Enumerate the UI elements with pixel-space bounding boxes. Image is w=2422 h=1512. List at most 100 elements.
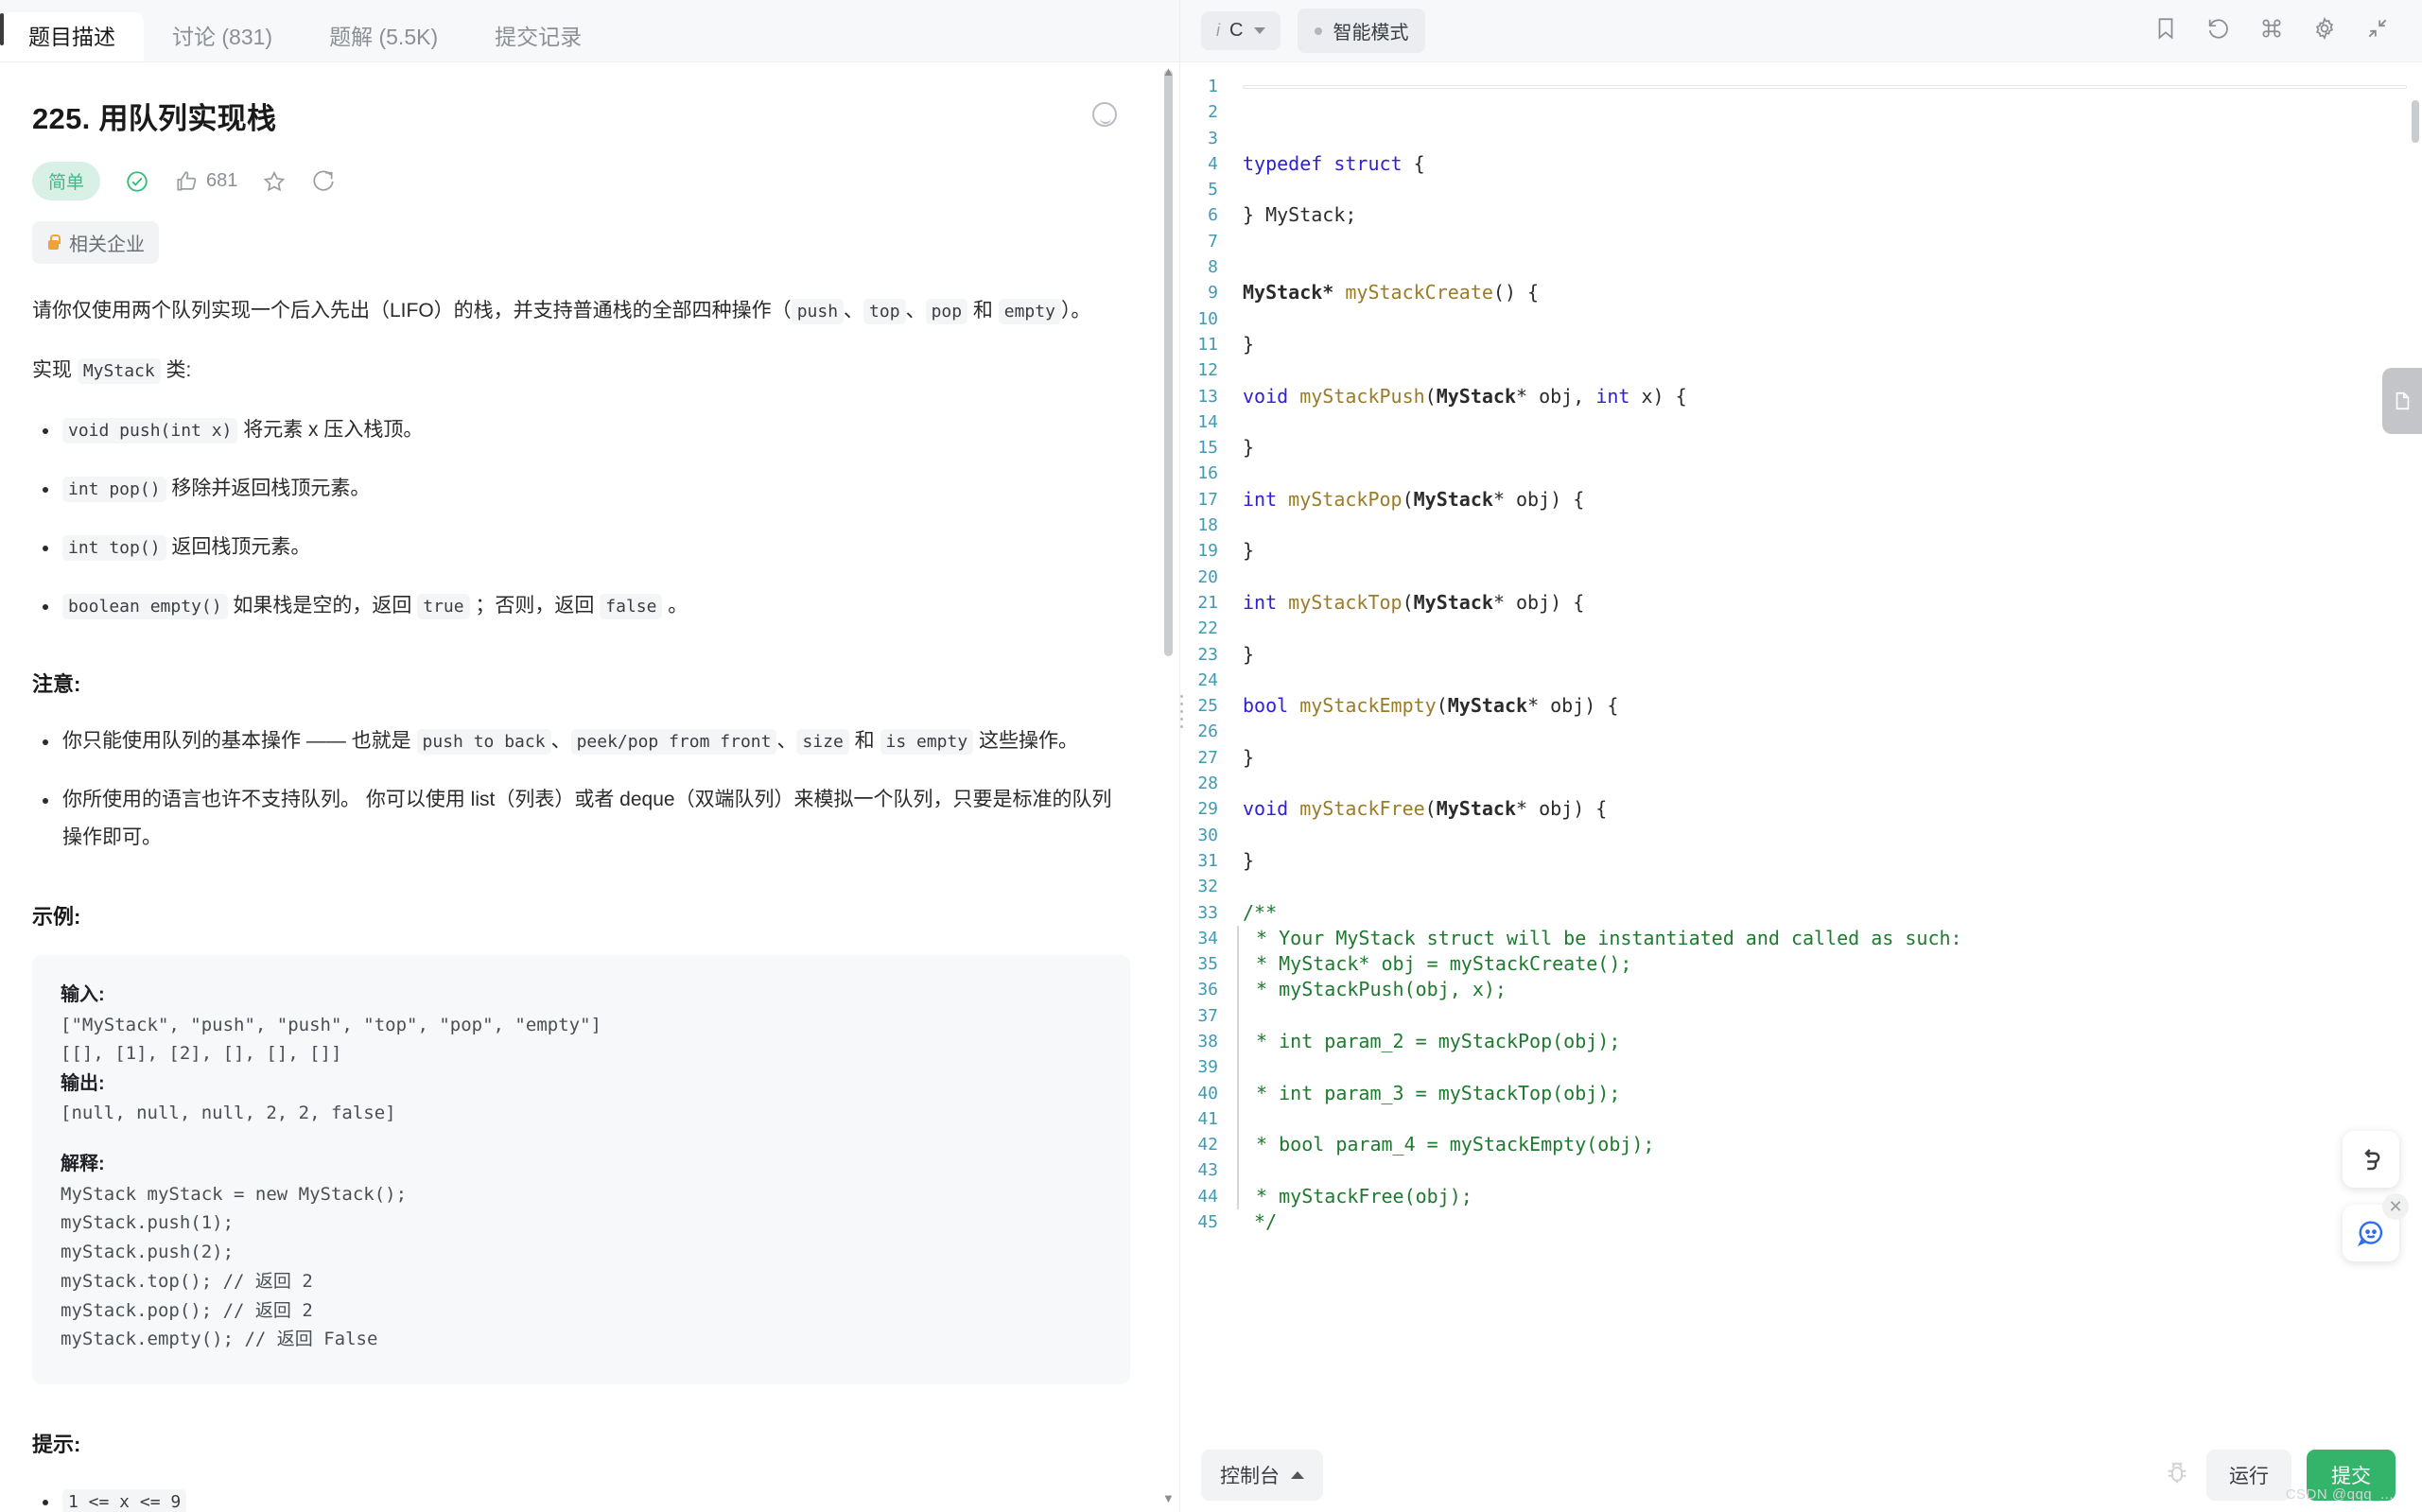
code-text[interactable]: void myStackFree(MyStack* obj) { <box>1235 796 1607 822</box>
smart-mode-toggle[interactable]: 智能模式 <box>1298 9 1426 53</box>
shortcut-icon[interactable] <box>2259 16 2284 45</box>
code-text[interactable]: } <box>1235 745 1254 771</box>
code-line[interactable]: 8 <box>1180 254 2422 280</box>
code-line[interactable]: 14 <box>1180 409 2422 435</box>
code-line[interactable]: 17 int myStackPop(MyStack* obj) { <box>1180 487 2422 513</box>
code-line[interactable]: 45 */ <box>1180 1209 2422 1235</box>
code-line[interactable]: 43 <box>1180 1157 2422 1184</box>
code-line[interactable]: 42 * bool param_4 = myStackEmpty(obj); <box>1180 1132 2422 1158</box>
code-line[interactable]: 24 <box>1180 668 2422 693</box>
tab-discussion[interactable]: 讨论 (831) <box>144 12 301 61</box>
debug-bug-icon[interactable] <box>2163 1458 2191 1491</box>
code-line[interactable]: 16 <box>1180 461 2422 486</box>
scroll-down-arrow-icon[interactable]: ▼ <box>1162 1492 1175 1504</box>
code-line[interactable]: 7 <box>1180 229 2422 254</box>
code-line[interactable]: 33 /** <box>1180 900 2422 926</box>
code-line[interactable]: 27} <box>1180 745 2422 771</box>
console-toggle-button[interactable]: 控制台 <box>1201 1449 1323 1501</box>
code-line[interactable]: 25 bool myStackEmpty(MyStack* obj) { <box>1180 693 2422 719</box>
code-text[interactable]: } <box>1235 435 1254 461</box>
tab-solutions[interactable]: 题解 (5.5K) <box>301 12 466 61</box>
code-line[interactable]: 15} <box>1180 435 2422 461</box>
tab-submissions[interactable]: 提交记录 <box>466 12 610 61</box>
close-icon[interactable]: ✕ <box>2382 1193 2409 1220</box>
code-text[interactable]: int myStackTop(MyStack* obj) { <box>1235 590 1584 616</box>
feedback-smiley-icon[interactable] <box>1092 102 1117 127</box>
code-text[interactable]: * bool param_4 = myStackEmpty(obj); <box>1237 1132 1654 1158</box>
code-line[interactable]: 40 * int param_3 = myStackTop(obj); <box>1180 1080 2422 1106</box>
switch-layout-button[interactable] <box>2343 1131 2399 1188</box>
code-line[interactable]: 4 typedef struct { <box>1180 151 2422 177</box>
solved-check-icon[interactable] <box>125 169 149 194</box>
code-text[interactable]: } <box>1235 332 1254 357</box>
code-line[interactable]: 36 * myStackPush(obj, x); <box>1180 977 2422 1003</box>
code-text[interactable]: * int param_3 = myStackTop(obj); <box>1237 1080 1620 1106</box>
code-text[interactable] <box>1237 1054 1256 1081</box>
editor-scrollbar-thumb[interactable] <box>2412 100 2419 143</box>
scrollbar-thumb[interactable] <box>1164 70 1173 656</box>
notes-file-tab[interactable] <box>2382 368 2422 434</box>
code-line[interactable]: 26 <box>1180 719 2422 744</box>
code-text[interactable]: * Your MyStack struct will be instantiat… <box>1237 925 1962 952</box>
code-line[interactable]: 30 <box>1180 823 2422 848</box>
code-text[interactable]: } <box>1235 848 1254 874</box>
code-line[interactable]: 38 * int param_2 = myStackPop(obj); <box>1180 1028 2422 1055</box>
code-line[interactable]: 5 <box>1180 177 2422 202</box>
code-line[interactable]: 20 <box>1180 565 2422 590</box>
chat-support-button[interactable]: ✕ <box>2343 1193 2409 1261</box>
code-text[interactable]: /** <box>1235 900 1277 926</box>
code-text[interactable] <box>1237 1105 1256 1133</box>
company-tag-button[interactable]: 相关企业 <box>32 221 159 264</box>
code-text[interactable]: typedef struct { <box>1235 151 1425 177</box>
code-text[interactable]: * MyStack* obj = myStackCreate(); <box>1237 951 1631 978</box>
code-line[interactable]: 39 <box>1180 1054 2422 1081</box>
bookmark-icon[interactable] <box>2153 16 2178 45</box>
code-text[interactable]: void myStackPush(MyStack* obj, int x) { <box>1235 384 1687 409</box>
run-button[interactable]: 运行 <box>2206 1449 2291 1501</box>
language-selector[interactable]: i C <box>1201 11 1281 50</box>
code-editor[interactable]: 1 2 3 4 typedef struct {5 6} MyStack; 7 8 9 MySta… <box>1180 62 2422 1437</box>
code-line[interactable]: 3 <box>1180 126 2422 151</box>
code-line[interactable]: 32 <box>1180 874 2422 899</box>
code-text[interactable]: } <box>1235 538 1254 564</box>
code-line[interactable]: 18 <box>1180 513 2422 538</box>
code-line[interactable]: 21 int myStackTop(MyStack* obj) { <box>1180 590 2422 616</box>
collapse-icon[interactable] <box>2365 16 2390 45</box>
code-line[interactable]: 31} <box>1180 848 2422 874</box>
code-text[interactable]: * myStackFree(obj); <box>1237 1183 1472 1210</box>
code-line[interactable]: 29 void myStackFree(MyStack* obj) { <box>1180 796 2422 822</box>
code-line[interactable]: 34 * Your MyStack struct will be instant… <box>1180 925 2422 952</box>
code-text[interactable]: bool myStackEmpty(MyStack* obj) { <box>1235 693 1618 719</box>
favorite-star-icon[interactable] <box>262 169 287 194</box>
code-text[interactable]: * int param_2 = myStackPop(obj); <box>1237 1028 1620 1055</box>
code-text[interactable]: } MyStack; <box>1235 202 1356 228</box>
problem-scrollbar[interactable] <box>1164 62 1173 1512</box>
panel-resize-handle[interactable] <box>1177 690 1185 747</box>
code-text[interactable]: */ <box>1235 1209 1277 1235</box>
code-lines-container[interactable]: 1 2 3 4 typedef struct {5 6} MyStack; 7 8 9 MySta… <box>1180 62 2422 1437</box>
code-text[interactable]: } <box>1235 642 1254 668</box>
code-text[interactable]: MyStack* myStackCreate() { <box>1235 280 1539 305</box>
settings-gear-icon[interactable] <box>2312 16 2337 45</box>
code-line[interactable]: 1 <box>1180 74 2422 99</box>
code-text[interactable]: * myStackPush(obj, x); <box>1237 977 1507 1003</box>
code-line[interactable]: 2 <box>1180 99 2422 125</box>
code-line[interactable]: 41 <box>1180 1105 2422 1133</box>
code-line[interactable]: 12 <box>1180 357 2422 383</box>
code-line[interactable]: 19} <box>1180 538 2422 564</box>
tab-description[interactable]: 题目描述 <box>0 12 144 61</box>
code-line[interactable]: 11} <box>1180 332 2422 357</box>
code-line[interactable]: 10 <box>1180 306 2422 332</box>
share-icon[interactable] <box>311 169 336 194</box>
code-line[interactable]: 37 <box>1180 1002 2422 1029</box>
like-button[interactable]: 681 <box>174 169 237 194</box>
code-line[interactable]: 13 void myStackPush(MyStack* obj, int x) … <box>1180 384 2422 409</box>
code-text[interactable]: int myStackPop(MyStack* obj) { <box>1235 487 1584 513</box>
reset-icon[interactable] <box>2206 16 2231 45</box>
code-text[interactable] <box>1237 1002 1256 1029</box>
code-line[interactable]: 44 * myStackFree(obj); <box>1180 1183 2422 1210</box>
code-line[interactable]: 22 <box>1180 616 2422 641</box>
code-line[interactable]: 9 MyStack* myStackCreate() { <box>1180 280 2422 305</box>
code-line[interactable]: 35 * MyStack* obj = myStackCreate(); <box>1180 951 2422 978</box>
scroll-up-arrow-icon[interactable]: ▲ <box>1162 65 1175 78</box>
